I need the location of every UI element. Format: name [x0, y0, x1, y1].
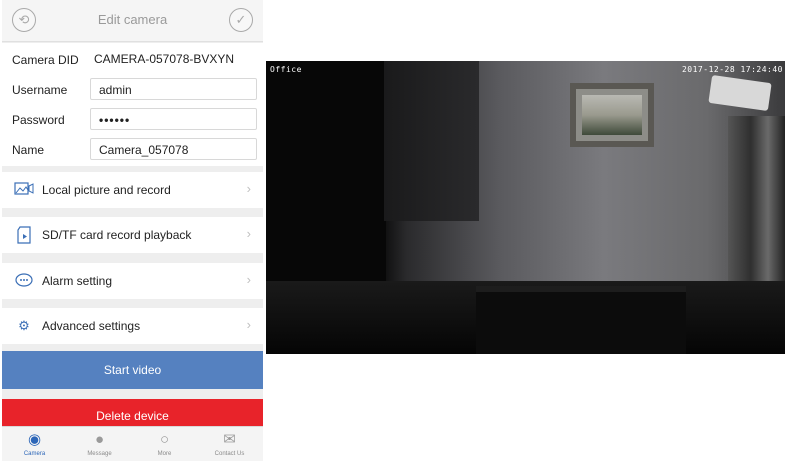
envelope-icon: ✉: [223, 431, 236, 448]
did-value: CAMERA-057078-BVXYN: [94, 48, 257, 70]
chevron-right-icon: ›: [246, 181, 251, 196]
picture-icon: [14, 181, 34, 198]
tab-label: Contact Us: [214, 451, 245, 457]
name-field[interactable]: Camera_057078: [90, 138, 257, 160]
tab-message[interactable]: ● Message: [67, 427, 132, 461]
mobile-app-panel: ⟲ Edit camera ✓ Camera DID CAMERA-057078…: [2, 0, 263, 461]
chevron-right-icon: ›: [246, 226, 251, 241]
check-icon[interactable]: ✓: [229, 8, 253, 32]
menu-item-alarm[interactable]: Alarm setting ›: [2, 263, 263, 299]
alarm-icon: [14, 272, 34, 289]
menu-item-label: SD/TF card record playback: [42, 228, 192, 242]
menu-item-advanced[interactable]: ⚙ Advanced settings ›: [2, 308, 263, 344]
password-label: Password: [12, 113, 65, 127]
did-label: Camera DID: [12, 53, 79, 67]
name-label: Name: [12, 143, 45, 157]
menu-item-sd-playback[interactable]: SD/TF card record playback ›: [2, 217, 263, 253]
username-row: Username admin: [2, 76, 263, 104]
chevron-right-icon: ›: [246, 317, 251, 332]
sd-card-icon: [14, 226, 34, 244]
start-video-button[interactable]: Start video: [2, 351, 263, 389]
video-scene-pillar: [384, 61, 479, 221]
page-title: Edit camera: [97, 12, 168, 27]
password-field[interactable]: ••••••: [90, 108, 257, 130]
tab-more[interactable]: ○ More: [132, 427, 197, 461]
video-scene-chairs: [476, 286, 686, 354]
menu-item-local-picture[interactable]: Local picture and record ›: [2, 172, 263, 208]
camera-video-feed[interactable]: Office 2017-12-28 17:24:40: [266, 61, 785, 354]
username-label: Username: [12, 83, 68, 97]
password-row: Password ••••••: [2, 106, 263, 134]
tab-label: More: [157, 451, 172, 457]
top-bar: ⟲ Edit camera ✓: [2, 0, 263, 42]
chevron-right-icon: ›: [246, 272, 251, 287]
chat-icon: ●: [94, 431, 105, 448]
tab-camera[interactable]: ◉ Camera: [2, 427, 67, 461]
video-location-label: Office: [270, 65, 302, 74]
menu-item-label: Local picture and record: [42, 183, 171, 197]
video-scene-air-conditioner: [708, 74, 772, 112]
username-field[interactable]: admin: [90, 78, 257, 100]
tab-contact-us[interactable]: ✉ Contact Us: [197, 427, 262, 461]
tab-label: Message: [87, 451, 112, 457]
eye-icon: ◉: [27, 431, 42, 448]
bottom-tab-bar: ◉ Camera ● Message ○ More ✉ Contact Us: [2, 426, 263, 461]
tab-label: Camera: [23, 451, 46, 457]
gear-icon: ⚙: [18, 318, 30, 333]
menu-item-label: Alarm setting: [42, 274, 113, 288]
menu-item-label: Advanced settings: [42, 319, 141, 333]
more-icon: ○: [159, 431, 170, 448]
video-timestamp: 2017-12-28 17:24:40: [681, 65, 783, 74]
name-row: Name Camera_057078: [2, 136, 263, 164]
did-row: Camera DID CAMERA-057078-BVXYN: [2, 46, 263, 74]
camera-form: Camera DID CAMERA-057078-BVXYN Username …: [2, 43, 263, 166]
video-scene-painting: [570, 83, 654, 147]
